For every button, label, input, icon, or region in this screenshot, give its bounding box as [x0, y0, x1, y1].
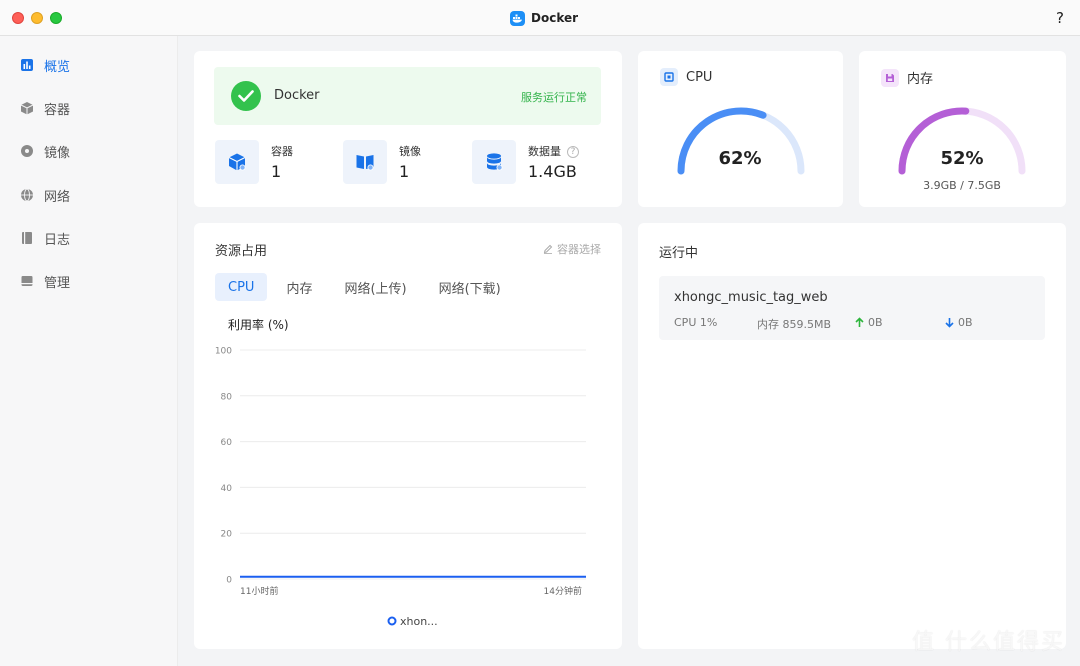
memory-gauge-label: 内存 — [907, 72, 934, 87]
cpu-usage-chart: 100 80 60 40 20 0 11小时前 14分钟前 xhon... — [215, 347, 586, 628]
resource-usage-card: 资源占用 容器选择 CPU 内存 网络(上传) 网络(下载) 利用率 (%) 1… — [194, 223, 622, 649]
sidebar-item-label: 容器 — [44, 102, 71, 118]
sidebar-item-label: 日志 — [44, 232, 71, 248]
chart-bar-icon — [20, 58, 34, 72]
sidebar-item-manage[interactable]: 管理 — [20, 270, 70, 292]
memory-gauge-card: 内存 52% 3.9GB / 7.5GB — [859, 51, 1066, 207]
running-card: 运行中 xhongc_music_tag_web CPU 1% 内存 859.5… — [638, 223, 1066, 649]
stat-containers[interactable]: 容器 1 — [215, 140, 293, 184]
service-status-text: 服务运行正常 — [521, 91, 587, 104]
stat-label-text: 数据量 — [528, 145, 561, 158]
running-container-item[interactable]: xhongc_music_tag_web CPU 1% 内存 859.5MB 0… — [659, 276, 1045, 340]
memory-gauge-title: 内存 — [881, 68, 933, 87]
cpu-gauge-title: CPU — [660, 68, 712, 86]
chip-icon — [660, 68, 678, 86]
sidebar-item-logs[interactable]: 日志 — [20, 227, 70, 249]
x-tick-label: 14分钟前 — [544, 585, 582, 597]
check-icon — [231, 81, 261, 111]
globe-icon — [20, 188, 34, 202]
cpu-gauge — [677, 107, 805, 175]
container-cpu: CPU 1% — [674, 316, 718, 329]
image-book-icon — [343, 140, 387, 184]
help-button[interactable]: ? — [1056, 9, 1064, 27]
running-title: 运行中 — [659, 246, 699, 261]
upload-value: 0B — [868, 316, 883, 329]
arrow-down-icon — [945, 318, 954, 328]
y-tick-label: 80 — [221, 392, 233, 402]
title-bar: Docker ? — [0, 0, 1080, 36]
container-icon — [215, 140, 259, 184]
sidebar-item-label: 网络 — [44, 189, 71, 205]
cpu-gauge-value: 62% — [718, 148, 762, 169]
container-download: 0B — [945, 316, 973, 329]
stat-data-size[interactable]: 数据量? 1.4GB — [472, 140, 579, 184]
sidebar-item-network[interactable]: 网络 — [20, 184, 70, 206]
book-icon — [20, 231, 34, 245]
y-tick-label: 0 — [226, 576, 232, 586]
stat-value: 1 — [271, 162, 282, 181]
container-name: xhongc_music_tag_web — [674, 290, 828, 305]
help-circle-icon[interactable]: ? — [567, 146, 579, 158]
sidebar-item-overview[interactable]: 概览 — [20, 54, 70, 76]
cpu-gauge-card: CPU 62% — [638, 51, 843, 207]
y-tick-label: 20 — [221, 530, 233, 540]
box-icon — [20, 274, 34, 288]
legend-marker — [387, 616, 397, 626]
sidebar-item-label: 管理 — [44, 275, 71, 291]
memory-gauge-value: 52% — [940, 148, 984, 169]
window-title-text: Docker — [531, 11, 579, 25]
sidebar-item-images[interactable]: 镜像 — [20, 140, 70, 162]
x-tick-label: 11小时前 — [240, 585, 278, 597]
sidebar-item-label: 镜像 — [44, 145, 71, 161]
sidebar: 概览 容器 镜像 网络 日志 管理 — [0, 36, 178, 666]
y-tick-label: 100 — [215, 347, 232, 357]
legend-label: xhon... — [400, 615, 438, 628]
window-title: Docker — [510, 9, 578, 27]
close-window-button[interactable] — [12, 12, 24, 24]
zoom-window-button[interactable] — [50, 12, 62, 24]
y-tick-label: 40 — [221, 484, 233, 494]
stat-label: 数据量? — [528, 143, 579, 159]
service-status-banner: Docker 服务运行正常 — [214, 67, 601, 125]
docker-logo-icon — [510, 10, 525, 26]
download-value: 0B — [958, 316, 973, 329]
memory-gauge — [898, 107, 1026, 175]
memory-usage-text: 3.9GB / 7.5GB — [923, 179, 1001, 192]
container-memory: 内存 859.5MB — [757, 318, 832, 331]
stat-label: 镜像 — [399, 145, 421, 158]
sidebar-item-containers[interactable]: 容器 — [20, 97, 70, 119]
cube-icon — [20, 101, 34, 115]
y-tick-label: 60 — [221, 438, 233, 448]
stat-images[interactable]: 镜像 1 — [343, 140, 421, 184]
service-name: Docker — [274, 88, 320, 103]
stat-value: 1.4GB — [528, 162, 577, 181]
watermark: 值 什么值得买 — [912, 630, 1065, 655]
stat-value: 1 — [399, 162, 410, 181]
cpu-gauge-label: CPU — [686, 69, 713, 85]
stat-label: 容器 — [271, 145, 293, 158]
sidebar-item-label: 概览 — [44, 59, 71, 75]
minimize-window-button[interactable] — [31, 12, 43, 24]
arrow-up-icon — [855, 317, 864, 327]
database-icon — [472, 140, 516, 184]
container-upload: 0B — [855, 316, 883, 329]
disc-icon — [20, 144, 34, 158]
save-icon — [881, 68, 899, 87]
